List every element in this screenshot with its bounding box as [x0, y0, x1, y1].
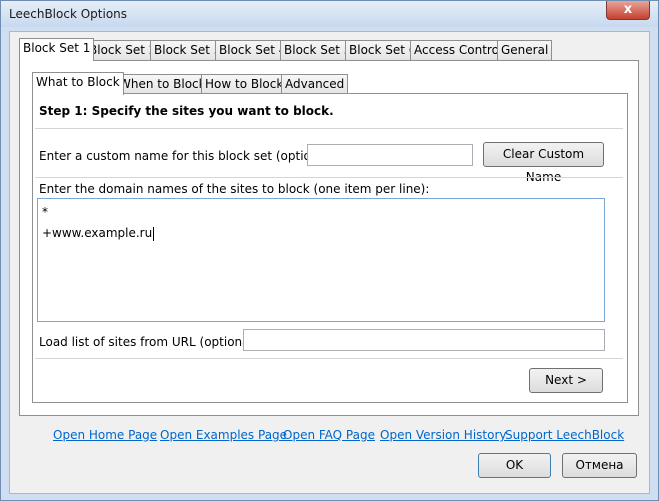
tab-access-control[interactable]: Access Control: [410, 40, 507, 60]
close-button[interactable]: x: [606, 1, 650, 20]
separator: [35, 177, 623, 178]
link-support-leechblock[interactable]: Support LeechBlock: [505, 428, 624, 442]
custom-name-label: Enter a custom name for this block set (…: [39, 149, 338, 163]
text-caret: [153, 226, 155, 241]
custom-name-input[interactable]: [307, 144, 473, 166]
subtab-advanced[interactable]: Advanced: [281, 74, 349, 94]
clear-custom-name-button[interactable]: Clear Custom Name: [483, 142, 604, 184]
tab-block-set-1[interactable]: Block Set 1: [19, 38, 95, 61]
link-open-home-page[interactable]: Open Home Page: [53, 428, 157, 442]
options-window: LeechBlock Options x Block Set 1 Block S…: [0, 0, 659, 501]
domains-textarea[interactable]: * +www.example.ru: [37, 198, 605, 322]
client-area: Block Set 1 Block Set 2 Block Set 3 Bloc…: [9, 31, 650, 494]
domain-line: +www.example.ru: [42, 226, 153, 240]
window-title: LeechBlock Options: [9, 7, 128, 21]
next-button[interactable]: Next >: [529, 368, 603, 393]
subtab-how-to-block[interactable]: How to Block: [201, 74, 288, 94]
cancel-button[interactable]: Отмена: [562, 453, 637, 478]
link-open-examples-page[interactable]: Open Examples Page: [160, 428, 287, 442]
subtab-when-to-block[interactable]: When to Block: [115, 74, 210, 94]
link-open-version-history[interactable]: Open Version History: [380, 428, 507, 442]
link-open-faq-page[interactable]: Open FAQ Page: [283, 428, 375, 442]
tab-general[interactable]: General: [497, 40, 553, 60]
ok-button[interactable]: OK: [478, 453, 551, 478]
domains-label: Enter the domain names of the sites to b…: [39, 182, 430, 196]
title-bar[interactable]: LeechBlock Options x: [1, 1, 658, 27]
domain-line-with-caret: +www.example.ru: [42, 223, 600, 244]
domain-line: *: [42, 205, 48, 219]
load-url-label: Load list of sites from URL (optional):: [39, 335, 262, 349]
separator: [35, 128, 623, 129]
block-set-panel: What to Block When to Block How to Block…: [19, 60, 639, 416]
subtab-what-to-block[interactable]: What to Block: [32, 72, 124, 95]
close-icon: x: [623, 2, 633, 17]
separator: [35, 358, 623, 359]
step-title: Step 1: Specify the sites you want to bl…: [39, 104, 334, 118]
what-to-block-panel: Step 1: Specify the sites you want to bl…: [32, 93, 628, 403]
load-url-input[interactable]: [243, 329, 605, 351]
